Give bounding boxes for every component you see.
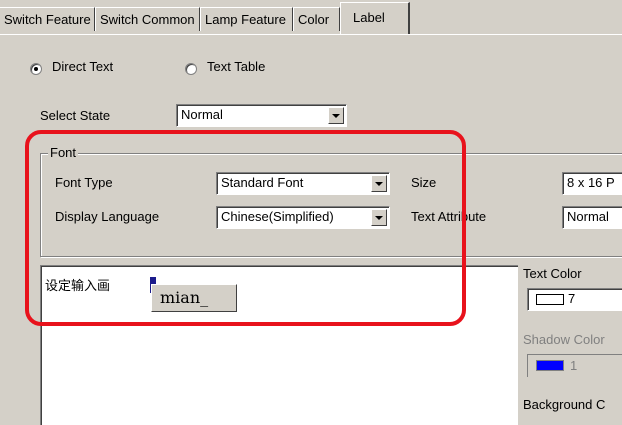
select-state-value: Normal	[181, 107, 223, 122]
direct-text-radio[interactable]	[30, 63, 42, 75]
shadow-color-swatch	[536, 360, 564, 371]
text-table-label[interactable]: Text Table	[207, 59, 265, 74]
select-state-label: Select State	[40, 108, 111, 123]
tab-color[interactable]: Color	[293, 7, 340, 31]
text-color-swatch	[536, 294, 564, 305]
text-table-radio[interactable]	[185, 63, 197, 75]
size-dropdown[interactable]: 8 x 16 P	[562, 172, 622, 195]
shadow-color-dropdown: 1	[527, 354, 622, 377]
text-color-dropdown[interactable]: 7	[527, 288, 622, 311]
tab-strip: Switch Feature Switch Common Lamp Featur…	[0, 0, 622, 35]
text-attribute-value: Normal	[567, 209, 609, 224]
red-highlight-annotation	[25, 130, 466, 326]
size-value: 8 x 16 P	[567, 175, 615, 190]
text-attribute-dropdown[interactable]: Normal	[562, 206, 622, 229]
shadow-color-value: 1	[570, 358, 578, 373]
tab-page-border	[0, 34, 622, 35]
tab-label[interactable]: Label	[340, 2, 410, 35]
text-color-value: 7	[568, 291, 576, 306]
shadow-color-label: Shadow Color	[523, 332, 605, 347]
radio-selected-dot	[34, 67, 38, 71]
select-state-dropdown[interactable]: Normal	[176, 104, 347, 127]
tab-lamp-feature[interactable]: Lamp Feature	[200, 7, 293, 31]
text-color-label: Text Color	[523, 266, 582, 281]
tab-switch-common[interactable]: Switch Common	[95, 7, 200, 31]
tab-switch-feature[interactable]: Switch Feature	[0, 7, 95, 31]
background-color-label: Background C	[523, 397, 606, 412]
chevron-down-icon[interactable]	[328, 107, 344, 124]
direct-text-label[interactable]: Direct Text	[52, 59, 113, 74]
